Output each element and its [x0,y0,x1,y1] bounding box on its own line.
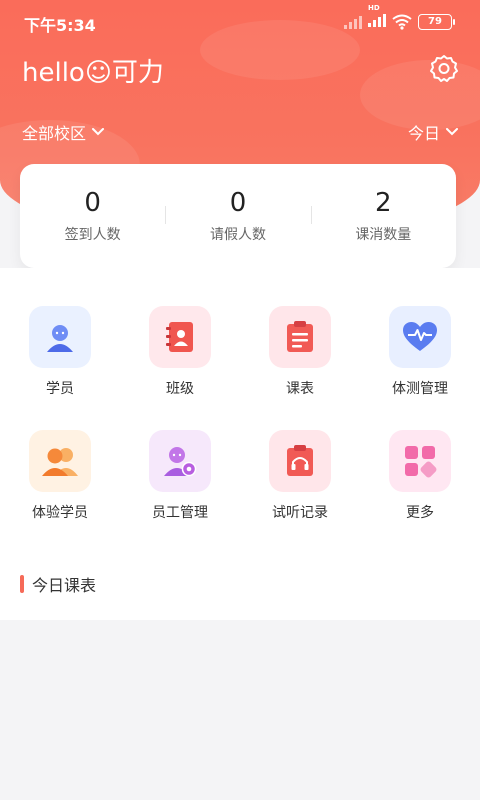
menu-item-schedule[interactable]: 课表 [240,306,360,398]
network-type-label: HD [368,4,380,12]
heart-rate-icon [389,306,451,368]
signal-hd-icon: HD [368,4,386,31]
today-schedule-heading: 今日课表 [20,572,96,596]
stat-value: 0 [229,188,247,218]
menu-label: 试听记录 [272,505,328,521]
signal-weak-icon [344,15,362,29]
menu-label: 体测管理 [392,381,448,397]
stat-value: 0 [84,188,101,218]
menu-item-classes[interactable]: 班级 [120,306,240,398]
menu-label: 更多 [406,505,434,521]
status-time: 下午5:34 [24,16,96,35]
battery-level: 79 [428,16,442,27]
campus-label: 全部校区 [22,124,87,143]
menu-label: 学员 [46,381,74,397]
stat-checkin[interactable]: 0 签到人数 [20,188,165,244]
staff-settings-icon [149,430,211,492]
menu-label: 班级 [166,381,194,397]
menu-label: 课表 [286,381,314,397]
menu-item-students[interactable]: 学员 [0,306,120,398]
class-book-icon [149,306,211,368]
stat-lessons-consumed[interactable]: 2 课消数量 [310,188,456,244]
menu-item-more[interactable]: 更多 [360,430,480,522]
date-range-dropdown[interactable]: 今日 [408,120,458,144]
status-icons: HD 79 [344,4,455,31]
menu-item-fitness-test[interactable]: 体测管理 [360,306,480,398]
trial-record-icon [269,430,331,492]
status-bar: 下午5:34 HD 79 [0,0,480,44]
stat-label: 课消数量 [355,227,412,243]
stat-value: 2 [375,188,392,218]
chevron-down-icon [92,128,105,136]
greeting-title: hello☺可力 [22,58,164,88]
section-accent-bar [20,575,24,593]
menu-label: 员工管理 [152,505,208,521]
wifi-icon [392,14,412,30]
menu-item-trial-records[interactable]: 试听记录 [240,430,360,522]
stats-card: 0 签到人数 0 请假人数 2 课消数量 [20,164,456,268]
menu-label: 体验学员 [32,505,88,521]
menu-item-trial-students[interactable]: 体验学员 [0,430,120,522]
schedule-icon [269,306,331,368]
more-grid-icon [389,430,451,492]
main-panel: 学员 班级 课表 体测管理 体验学员 员工管理 试听记录 更多 今日课表 [0,268,480,620]
section-title-text: 今日课表 [32,576,97,595]
feature-grid: 学员 班级 课表 体测管理 体验学员 员工管理 试听记录 更多 [0,306,480,522]
battery-icon: 79 [418,13,455,30]
campus-dropdown[interactable]: 全部校区 [22,120,105,144]
settings-gear-icon[interactable] [430,54,458,82]
trial-students-icon [29,430,91,492]
chevron-down-icon [446,128,458,136]
menu-item-staff[interactable]: 员工管理 [120,430,240,522]
stat-leave[interactable]: 0 请假人数 [165,188,310,244]
stat-label: 请假人数 [209,227,266,243]
date-range-label: 今日 [407,124,440,143]
student-icon [29,306,91,368]
stat-label: 签到人数 [64,227,121,243]
